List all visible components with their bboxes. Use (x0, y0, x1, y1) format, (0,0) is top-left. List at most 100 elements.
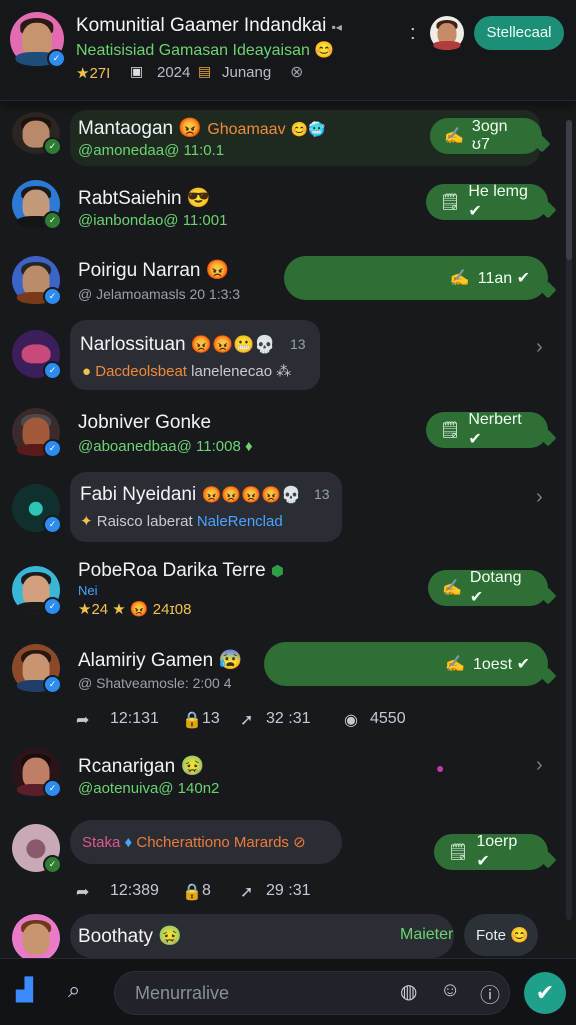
chat-avatar[interactable]: ✓ (12, 256, 62, 306)
apps-icon[interactable]: ▟ (16, 977, 33, 1003)
lock-icon[interactable]: 🔒 (182, 710, 202, 730)
chat-avatar[interactable]: ✓ (12, 748, 62, 798)
chevron-right-icon[interactable]: › (536, 336, 543, 359)
header-rating: ★27I (76, 65, 111, 82)
header-year: 2024 (157, 64, 191, 81)
pill-label: Nerbert ✔ (468, 411, 522, 448)
verified-icon: ✓ (43, 515, 62, 534)
note-icon: 🗒 (440, 194, 461, 211)
title-mark-icon: ▪◂ (331, 20, 342, 34)
verified-icon: ✓ (43, 855, 62, 874)
chat-action-pill[interactable]: 🗒 1oerp ✔ (434, 833, 557, 870)
message-composer: ▟ ⌕ Menurralive ◍ ☺ ⓘ (0, 958, 576, 1025)
chat-name: Rcanarigan (78, 756, 176, 777)
chat-emoji: 😡😡😬💀 (190, 335, 276, 354)
chat-avatar[interactable]: ✓ (12, 566, 62, 616)
reply-count: 12:131 (110, 710, 159, 727)
chat-emoji: 🤢 (158, 926, 182, 947)
chat-emoji: 🤢 (180, 756, 205, 777)
pill-label: He lemg ✔ (468, 183, 528, 220)
pill-label: 11an ✔ (477, 270, 530, 287)
scrollbar-thumb[interactable] (566, 120, 572, 260)
chat-avatar[interactable]: ✓ (12, 180, 62, 230)
lock-count: 8 (202, 882, 211, 899)
chat-handle: @amonedaa@ 11:0.1 (78, 142, 225, 159)
pill-label: Dotang ✔ (469, 569, 522, 606)
reply-chip-label: Fote 😊 (476, 927, 529, 944)
write-icon: ✍ (444, 128, 464, 145)
info-icon[interactable]: ⓘ (480, 979, 500, 1008)
chat-action-pill[interactable]: ✍ Dotang ✔ (428, 569, 557, 606)
pill-label: 1oerp ✔ (476, 833, 518, 870)
views-icon[interactable]: ◉ (344, 710, 358, 730)
preview-left: Dacdeolsbeat (95, 363, 187, 380)
header-action-button[interactable]: Stellecaal (474, 16, 564, 50)
coin-icon: ● (82, 363, 92, 380)
chat-avatar[interactable]: ✓ (12, 112, 62, 156)
chat-avatar[interactable]: ✓ (12, 408, 62, 458)
chat-avatar[interactable]: ✓ (12, 824, 62, 874)
chat-action-pill[interactable]: ✍ 1oest ✔ (264, 642, 557, 686)
write-icon: ✍ (445, 656, 465, 673)
user-avatar[interactable] (430, 16, 464, 50)
chat-avatar[interactable] (12, 914, 60, 962)
group-title: Komunitial Gaamer Indandkai (76, 15, 327, 36)
send-icon[interactable]: ✔ (524, 972, 566, 1014)
verified-icon: ✓ (43, 439, 62, 458)
scrollbar[interactable] (566, 120, 572, 920)
chevron-right-icon[interactable]: › (536, 754, 543, 777)
location-icon[interactable]: ◍ (400, 979, 417, 1004)
chat-stats: ★24 ★ 😡 24ɪ08 (78, 601, 192, 618)
settings-icon[interactable]: ⊗ (290, 62, 303, 82)
chat-avatar[interactable]: ✓ (12, 644, 62, 694)
chat-action-pill[interactable]: 🗒 Nerbert ✔ (426, 411, 557, 448)
share-icon[interactable]: ➚ (240, 710, 253, 730)
emoji-icon[interactable]: ☺ (440, 979, 460, 1002)
chat-name: RabtSaiehin (78, 188, 182, 209)
more-options-icon[interactable]: : (410, 22, 416, 45)
unread-count: 13 (314, 486, 330, 502)
chat-action-pill[interactable]: ✍ 3ogn ʊ7 (430, 118, 551, 154)
chat-name: Jobniver Gonke (78, 412, 212, 433)
verified-icon: ✓ (43, 675, 62, 694)
preview-right: Chcherattiono Marards (136, 834, 289, 851)
verified-icon: ✓ (43, 597, 62, 616)
chat-header: ✓ Komunitial Gaamer Indandkai ▪◂ Neatisi… (0, 0, 576, 101)
chat-name: PobeRoa Darika Terre (78, 560, 266, 581)
shield-icon: ⬢ (270, 563, 285, 580)
write-icon: ✍ (442, 580, 462, 597)
verified-icon: ✓ (43, 137, 62, 156)
reply-icon[interactable]: ➦ (76, 882, 89, 902)
chat-emoji: 😎 (186, 188, 211, 209)
chat-handle: @ Jelamoamasls 20 1:3:3 (78, 286, 241, 302)
preview-left: Raisco laberat (96, 513, 193, 530)
chat-emoji: 😡 (178, 118, 203, 139)
verified-icon: ✓ (43, 361, 62, 380)
chevron-right-icon[interactable]: › (536, 486, 543, 509)
note-icon: 🗒 (440, 422, 461, 439)
message-bubble[interactable] (70, 472, 342, 542)
chat-avatar[interactable]: ✓ (12, 330, 62, 380)
chat-name: Narlossituan (80, 334, 186, 355)
chat-action-pill[interactable]: 🗒 He lemg ✔ (426, 183, 557, 220)
group-avatar[interactable]: ✓ (10, 12, 66, 68)
chat-name: Poirigu Narran (78, 260, 201, 281)
chat-handle: @ianbondao@ 11:001 (78, 212, 228, 229)
chat-emoji: 😡😡😡😡💀 (201, 487, 302, 504)
lock-icon[interactable]: 🔒 (182, 882, 202, 902)
chat-name: Boothaty (78, 926, 153, 947)
share-icon[interactable]: ➚ (240, 882, 253, 902)
search-icon[interactable]: ⌕ (68, 977, 80, 1003)
chat-emoji: 😡 (205, 260, 230, 281)
header-label: Junang (222, 64, 272, 81)
chat-avatar[interactable]: ✓ (12, 484, 62, 534)
smile-emoji: 😊 (314, 42, 335, 59)
reply-icon[interactable]: ➦ (76, 710, 89, 730)
chat-name: Fabi Nyeidani (80, 484, 197, 505)
verified-icon: ✓ (43, 779, 62, 798)
unread-count: 13 (290, 336, 306, 352)
chat-name: Mantaogan (78, 118, 174, 139)
reply-count: 12:389 (110, 882, 159, 899)
chat-action-pill[interactable]: ✍ 11an ✔ (284, 256, 557, 300)
note-icon: 🗒 (448, 844, 469, 861)
